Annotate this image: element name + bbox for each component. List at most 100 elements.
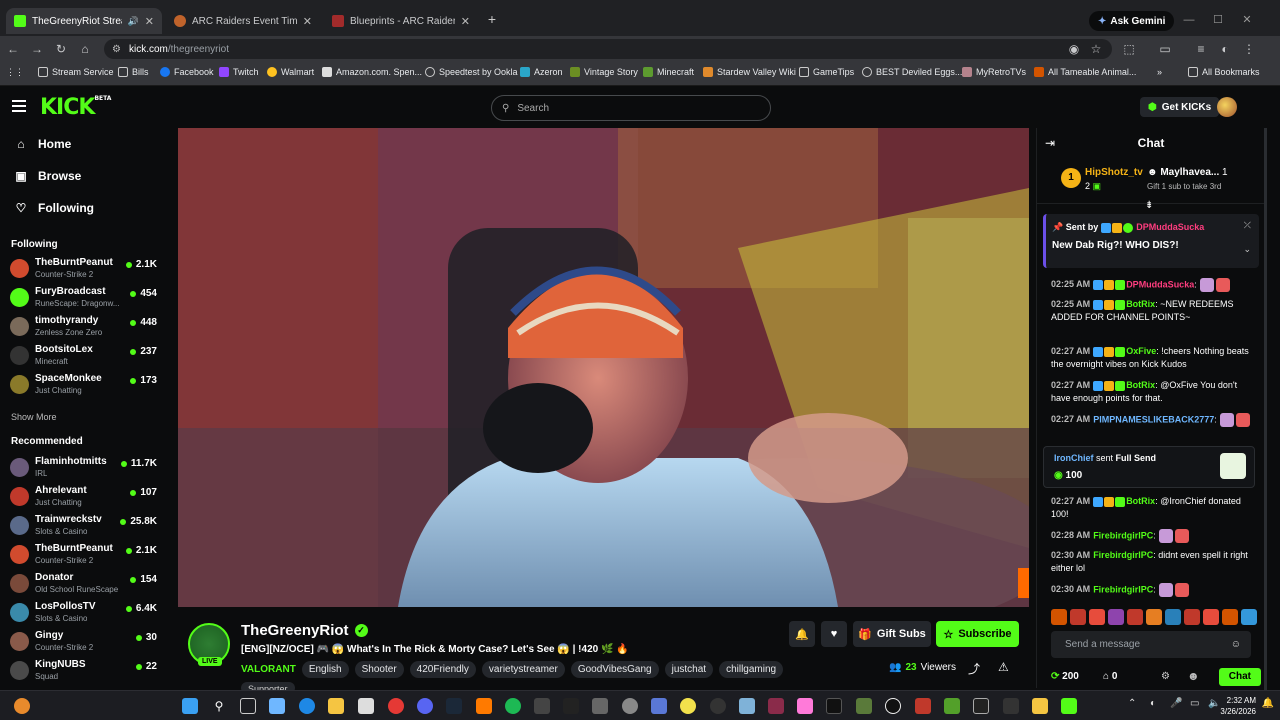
app-icon[interactable]	[885, 698, 901, 714]
chat-message[interactable]: 02:30 AM FirebirdgirlPC:	[1051, 583, 1255, 597]
bookmark-twitch[interactable]: Twitch	[219, 67, 259, 77]
app-icon[interactable]	[768, 698, 784, 714]
system-clock[interactable]: 2:32 AM 3/26/2026	[1220, 695, 1256, 717]
close-window-icon[interactable]: ✕	[1238, 11, 1256, 29]
emote-icon[interactable]	[1203, 609, 1219, 625]
reading-list-icon[interactable]: ≡	[1193, 41, 1209, 57]
channel-row[interactable]: SpaceMonkee Just Chatting 173	[10, 371, 160, 399]
chat-scrollbar[interactable]	[1264, 128, 1267, 690]
chat-message[interactable]: 02:25 AM BotRix: ~NEW REDEEMS ADDED FOR C…	[1051, 298, 1255, 324]
emote-icon[interactable]	[1222, 609, 1238, 625]
channel-row[interactable]: Trainwreckstv Slots & Casino 25.8K	[10, 512, 160, 540]
show-more-link[interactable]: Show More	[11, 412, 57, 422]
category-link[interactable]: VALORANT	[241, 664, 296, 675]
spotify-icon[interactable]	[505, 698, 521, 714]
all-bookmarks[interactable]: All Bookmarks	[1188, 67, 1260, 77]
gift-subs-button[interactable]: 🎁 Gift Subs	[853, 621, 931, 647]
bookmark-minecraft[interactable]: Minecraft	[643, 67, 694, 77]
emote-icon[interactable]	[1146, 609, 1162, 625]
bookmark-myretrotvs[interactable]: MyRetroTVs	[962, 67, 1026, 77]
tag-chip[interactable]: GoodVibesGang	[570, 661, 659, 678]
maximize-icon[interactable]: ☐	[1209, 11, 1227, 29]
bookmark-bills[interactable]: Bills	[118, 67, 149, 77]
app-icon[interactable]	[1061, 698, 1077, 714]
follow-heart-button[interactable]: ♥	[821, 621, 847, 647]
emote-icon[interactable]	[1108, 609, 1124, 625]
bookmark-deviled-eggs[interactable]: BEST Deviled Eggs...	[862, 67, 962, 77]
minimize-icon[interactable]: —	[1180, 11, 1198, 29]
emote-icon[interactable]	[1127, 609, 1143, 625]
chrome-icon[interactable]	[388, 698, 404, 714]
chat-message[interactable]: 02:27 AM OxFive: !cheers Nothing beats th…	[1051, 345, 1255, 371]
steam-icon[interactable]	[446, 698, 462, 714]
message-user[interactable]: FirebirdgirlPC	[1093, 550, 1153, 560]
channel-row[interactable]: Gingy Counter-Strike 2 30	[10, 628, 160, 656]
tag-chip[interactable]: justchat	[664, 661, 714, 678]
message-user[interactable]: DPMuddaSucka	[1126, 279, 1194, 289]
settings-gear-icon[interactable]: ⚙	[1161, 671, 1170, 682]
emote-icon[interactable]	[1070, 609, 1086, 625]
search-input[interactable]: ⚲ Search	[491, 95, 771, 121]
new-tab-button[interactable]: +	[484, 12, 500, 28]
notification-bell-button[interactable]: 🔔	[789, 621, 815, 647]
browser-tab-kick[interactable]: TheGreenyRiot Stream - Wa 🔊 ✕	[6, 8, 162, 34]
channel-name[interactable]: TheGreenyRiot ✓	[241, 622, 368, 639]
bookmark-azeron[interactable]: Azeron	[520, 67, 563, 77]
unpin-icon[interactable]: ⤫	[1244, 220, 1251, 231]
channel-row[interactable]: Flaminhotmitts IRL 11.7K	[10, 454, 160, 482]
edge-icon[interactable]	[299, 698, 315, 714]
tray-app-icon[interactable]: ◐	[1150, 698, 1156, 709]
browser-tab-arc-wiki[interactable]: Blueprints - ARC Raiders Wiki ✕	[324, 8, 478, 34]
message-user[interactable]: FirebirdgirlPC	[1093, 584, 1153, 594]
site-info-icon[interactable]: ⚙	[112, 44, 121, 55]
emoji-picker-icon[interactable]: ☺	[1231, 639, 1241, 650]
emote-icon[interactable]	[1089, 609, 1105, 625]
search-icon[interactable]: ⚲	[211, 698, 227, 714]
nav-home[interactable]: ⌂ Home	[14, 137, 71, 151]
emote-icon[interactable]	[1051, 609, 1067, 625]
tray-chevron-icon[interactable]: ⌃	[1128, 698, 1136, 709]
tag-chip[interactable]: English	[301, 661, 349, 678]
widgets-icon[interactable]	[14, 698, 30, 714]
app-icon[interactable]	[563, 698, 579, 714]
home-icon[interactable]: ⌂	[77, 41, 93, 57]
epic-games-icon[interactable]	[826, 698, 842, 714]
leader-name[interactable]: HipShotz_tv	[1085, 167, 1143, 178]
volume-icon[interactable]: 🔈	[1208, 698, 1220, 709]
nav-browse[interactable]: ▣ Browse	[14, 169, 81, 183]
kick-logo[interactable]: KICKBETA	[40, 95, 111, 120]
emote-icon[interactable]: ☻	[1187, 669, 1200, 683]
bookmark-tameable-animals[interactable]: All Tameable Animal...	[1034, 67, 1136, 77]
hamburger-menu-icon[interactable]	[12, 100, 26, 112]
app-icon[interactable]	[797, 698, 813, 714]
browser-tab-arc-timers[interactable]: ARC Raiders Event Timers | Met ✕	[166, 8, 320, 34]
app-icon[interactable]	[944, 698, 960, 714]
copilot-icon[interactable]	[269, 698, 285, 714]
more-bookmarks-icon[interactable]: »	[1157, 67, 1162, 77]
tag-chip[interactable]: varietystreamer	[481, 661, 565, 678]
start-windows-icon[interactable]	[182, 698, 198, 714]
notification-bell-icon[interactable]: 🔔	[1262, 698, 1274, 709]
app-icon[interactable]	[1032, 698, 1048, 714]
gift-user[interactable]: IronChief	[1054, 453, 1094, 463]
bookmark-star-icon[interactable]: ☆	[1088, 41, 1104, 57]
discord-icon[interactable]	[417, 698, 433, 714]
menu-kebab-icon[interactable]: ⋮	[1241, 41, 1257, 57]
nav-following[interactable]: ♡ Following	[14, 201, 94, 215]
app-icon[interactable]	[651, 698, 667, 714]
chat-message[interactable]: 02:27 AM BotRix: @OxFive You don't have e…	[1051, 379, 1255, 405]
message-user[interactable]: BotRix	[1126, 299, 1155, 309]
channel-row[interactable]: FuryBroadcast RuneScape: Dragonw... 454	[10, 284, 160, 312]
channel-row[interactable]: Ahrelevant Just Chatting 107	[10, 483, 160, 511]
mic-icon[interactable]: 🎤	[1170, 698, 1182, 709]
emote-icon[interactable]	[1184, 609, 1200, 625]
close-tab-icon[interactable]: ✕	[461, 15, 470, 28]
bookmark-facebook[interactable]: Facebook	[160, 67, 214, 77]
chat-message[interactable]: 02:27 AM PIMPNAMESLIKEBACK2777:	[1051, 413, 1255, 427]
emote-icon[interactable]	[1165, 609, 1181, 625]
subscribe-button[interactable]: ☆ Subscribe	[936, 621, 1019, 647]
message-user[interactable]: OxFive	[1126, 346, 1156, 356]
tag-chip[interactable]: 420Friendly	[409, 661, 476, 678]
get-kicks-button[interactable]: ⬢ Get KICKs	[1140, 97, 1220, 117]
app-icon[interactable]	[973, 698, 989, 714]
